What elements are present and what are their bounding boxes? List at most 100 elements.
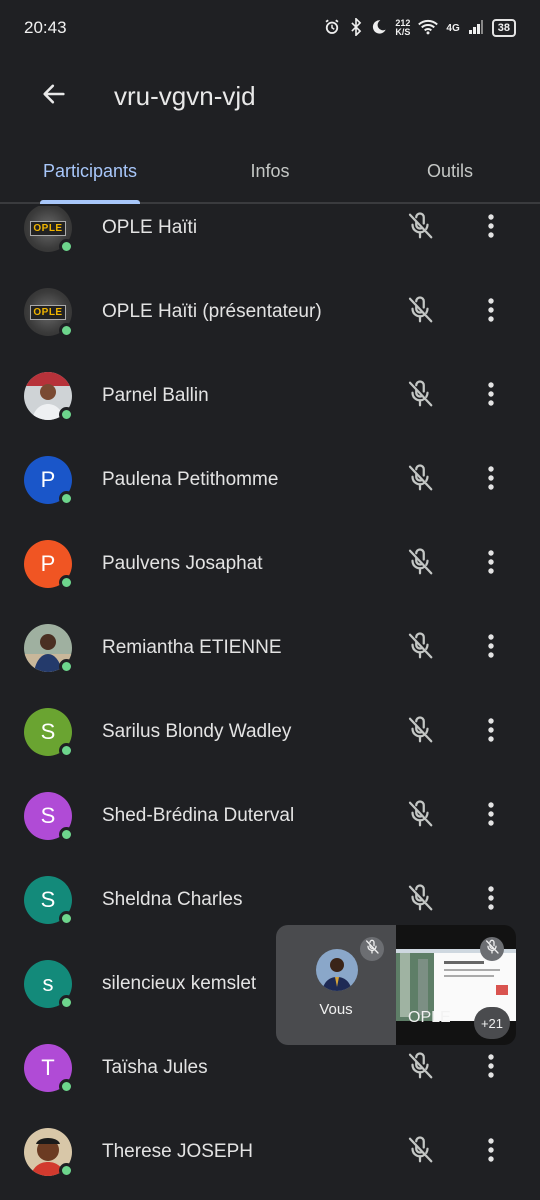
mic-off-icon	[405, 211, 435, 246]
mic-muted-button[interactable]	[402, 794, 438, 838]
participant-name: OPLE Haïti (présentateur)	[102, 301, 322, 322]
avatar	[24, 624, 74, 674]
network-type: 4G	[446, 22, 460, 34]
more-options-button[interactable]	[474, 458, 508, 502]
more-options-button[interactable]	[474, 878, 508, 922]
more-vert-icon	[487, 717, 495, 748]
participant-row[interactable]: P Paulena Petithomme	[0, 438, 540, 522]
mic-muted-button[interactable]	[402, 374, 438, 418]
more-options-button[interactable]	[474, 626, 508, 670]
participant-name: Paulvens Josaphat	[102, 553, 263, 574]
avatar: s	[24, 960, 74, 1010]
mic-off-icon	[364, 939, 380, 960]
online-status-dot	[59, 1163, 74, 1178]
participant-row[interactable]: OPLE OPLE Haïti (présentateur)	[0, 270, 540, 354]
participant-row[interactable]: S Sarilus Blondy Wadley	[0, 690, 540, 774]
mic-off-icon	[405, 799, 435, 834]
online-status-dot	[59, 407, 74, 422]
mic-off-icon	[405, 379, 435, 414]
more-options-button[interactable]	[474, 1130, 508, 1174]
more-options-button[interactable]	[474, 542, 508, 586]
avatar: OPLE	[24, 206, 74, 254]
status-icons: 212 K/S 4G 38	[323, 16, 516, 39]
tab-infos[interactable]: Infos	[210, 140, 330, 202]
others-count-badge[interactable]: +21	[474, 1007, 510, 1039]
participant-name: Remiantha ETIENNE	[102, 637, 282, 658]
alarm-icon	[323, 18, 341, 39]
online-status-dot	[59, 659, 74, 674]
self-video-tile[interactable]: Vous	[276, 925, 396, 1045]
more-vert-icon	[487, 633, 495, 664]
more-options-button[interactable]	[474, 206, 508, 250]
participant-row[interactable]: Parnel Ballin	[0, 354, 540, 438]
mic-muted-button[interactable]	[402, 710, 438, 754]
online-status-dot	[59, 911, 74, 926]
mic-off-icon	[405, 715, 435, 750]
participants-list[interactable]: OPLE OPLE Haïti OPLE OPLE Haïti (présent…	[0, 206, 540, 1200]
more-vert-icon	[487, 213, 495, 244]
wifi-icon	[418, 19, 439, 38]
participant-name: silencieux kemslet	[102, 973, 257, 994]
participant-row[interactable]: S Shed-Brédina Duterval	[0, 774, 540, 858]
online-status-dot	[59, 743, 74, 758]
mic-muted-button[interactable]	[402, 1130, 438, 1174]
back-button[interactable]	[24, 66, 84, 126]
avatar: P	[24, 540, 74, 590]
mic-off-icon	[405, 631, 435, 666]
more-vert-icon	[487, 1137, 495, 1168]
more-options-button[interactable]	[474, 1046, 508, 1090]
app-bar: vru-vgvn-vjd	[0, 66, 540, 126]
participant-name: Paulena Petithomme	[102, 469, 279, 490]
presenter-label: OPLE	[408, 1009, 451, 1026]
active-tab-indicator	[40, 200, 140, 204]
participant-name: Taïsha Jules	[102, 1057, 208, 1078]
online-status-dot	[59, 491, 74, 506]
battery-level: 38	[491, 19, 516, 37]
participant-name: Parnel Ballin	[102, 385, 209, 406]
online-status-dot	[59, 239, 74, 254]
more-vert-icon	[487, 381, 495, 412]
mic-muted-button[interactable]	[402, 206, 438, 250]
participant-name: Sarilus Blondy Wadley	[102, 721, 292, 742]
mic-muted-button[interactable]	[402, 1046, 438, 1090]
online-status-dot	[59, 995, 74, 1010]
mic-off-icon	[405, 295, 435, 330]
mic-muted-button[interactable]	[402, 290, 438, 334]
presentation-tile[interactable]: OPLE +21	[396, 925, 516, 1045]
participant-row[interactable]: P Paulvens Josaphat	[0, 522, 540, 606]
self-label: Vous	[319, 1001, 353, 1018]
avatar: P	[24, 456, 74, 506]
more-vert-icon	[487, 885, 495, 916]
more-options-button[interactable]	[474, 794, 508, 838]
participant-row[interactable]: Therese JOSEPH	[0, 1110, 540, 1194]
online-status-dot	[59, 1079, 74, 1094]
more-options-button[interactable]	[474, 290, 508, 334]
participant-name: Shed-Brédina Duterval	[102, 805, 295, 826]
more-vert-icon	[487, 1053, 495, 1084]
avatar	[24, 372, 74, 422]
mic-muted-button[interactable]	[402, 542, 438, 586]
tab-participants[interactable]: Participants	[20, 140, 160, 202]
pip-video-panel[interactable]: Vous OPLE +21	[276, 925, 516, 1045]
tab-bar: Participants Infos Outils	[0, 140, 540, 204]
self-mic-muted-indicator	[360, 937, 384, 961]
avatar	[24, 1128, 74, 1178]
avatar: S	[24, 708, 74, 758]
avatar: S	[24, 876, 74, 926]
self-avatar	[316, 949, 358, 991]
mic-muted-button[interactable]	[402, 878, 438, 922]
mic-muted-button[interactable]	[402, 458, 438, 502]
mic-off-icon	[484, 939, 500, 960]
mic-muted-button[interactable]	[402, 626, 438, 670]
more-options-button[interactable]	[474, 374, 508, 418]
meeting-code-title: vru-vgvn-vjd	[114, 80, 256, 111]
more-options-button[interactable]	[474, 710, 508, 754]
signal-icon	[468, 19, 484, 38]
participant-name: Therese JOSEPH	[102, 1141, 253, 1162]
participant-row[interactable]: OPLE OPLE Haïti	[0, 206, 540, 270]
mic-off-icon	[405, 547, 435, 582]
tab-outils[interactable]: Outils	[390, 140, 510, 202]
participant-row[interactable]: Remiantha ETIENNE	[0, 606, 540, 690]
arrow-left-icon	[40, 80, 68, 113]
status-time: 20:43	[24, 18, 67, 37]
